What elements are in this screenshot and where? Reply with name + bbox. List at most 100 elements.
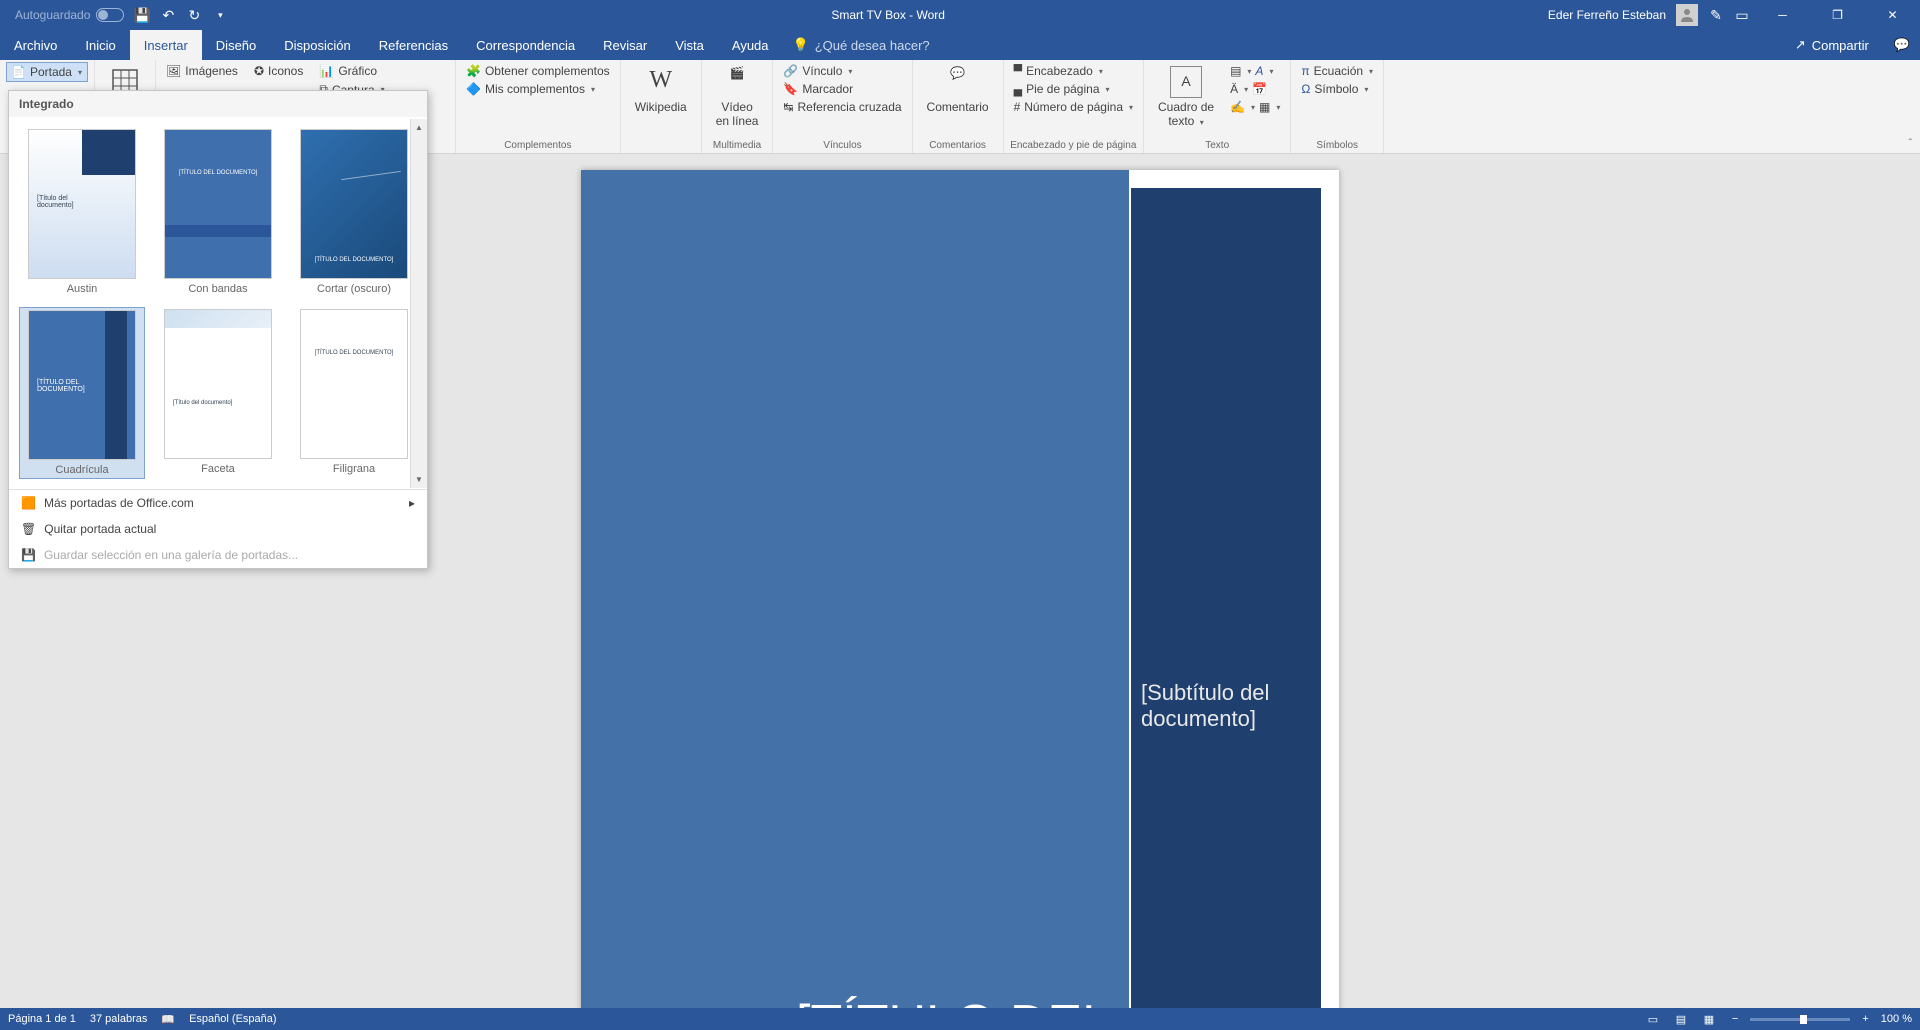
document-title-field[interactable]: [TÍTULO DEL DOCUMENTO] bbox=[601, 995, 1111, 1008]
portada-button[interactable]: 📄 Portada ▾ bbox=[6, 62, 88, 82]
cover-cuadricula[interactable]: [TÍTULO DEL DOCUMENTO] Cuadrícula bbox=[19, 307, 145, 479]
zoom-slider[interactable] bbox=[1750, 1018, 1850, 1021]
read-mode-button[interactable]: ▭ bbox=[1642, 1010, 1664, 1028]
pie-pagina-button[interactable]: ▄Pie de página▾ bbox=[1010, 80, 1137, 98]
iconos-label: Iconos bbox=[268, 64, 303, 78]
cover-faceta[interactable]: [Título del documento] Faceta bbox=[155, 307, 281, 479]
chevron-down-icon: ▾ bbox=[1276, 103, 1280, 112]
proofing-icon[interactable]: 📖 bbox=[161, 1013, 175, 1026]
cover-filigrana[interactable]: [TÍTULO DEL DOCUMENTO] Filigrana bbox=[291, 307, 417, 479]
thumb-text: [Título del documento] bbox=[37, 195, 87, 209]
cover-austin-thumb: [Título del documento] bbox=[28, 129, 136, 279]
thumb-text: [Título del documento] bbox=[173, 400, 232, 406]
dropdown-scrollbar[interactable]: ▲ ▼ bbox=[410, 119, 427, 488]
ecuacion-label: Ecuación bbox=[1314, 64, 1363, 78]
mis-complementos-button[interactable]: 🔷Mis complementos▾ bbox=[462, 80, 614, 98]
chevron-down-icon: ▾ bbox=[1269, 67, 1273, 76]
object-icon: ▦ bbox=[1259, 100, 1270, 114]
share-icon: ↗ bbox=[1795, 37, 1806, 53]
autosave-toggle[interactable]: Autoguardado bbox=[15, 8, 124, 22]
header-icon: ▀ bbox=[1014, 64, 1023, 78]
tab-revisar[interactable]: Revisar bbox=[589, 30, 661, 60]
document-subtitle-field[interactable]: [Subtítulo del documento] bbox=[1141, 680, 1311, 732]
grafico-button[interactable]: 📊Gráfico bbox=[315, 62, 388, 80]
scroll-up-icon[interactable]: ▲ bbox=[411, 119, 427, 136]
remove-cover-item[interactable]: 🗑 Quitar portada actual bbox=[9, 516, 427, 542]
tell-me-label: ¿Qué desea hacer? bbox=[815, 38, 930, 53]
comments-pane-button[interactable]: 💬 bbox=[1884, 30, 1920, 60]
save-icon[interactable]: 💾 bbox=[134, 7, 150, 23]
referencia-cruzada-button[interactable]: ↹Referencia cruzada bbox=[779, 98, 905, 116]
close-button[interactable]: ✕ bbox=[1870, 0, 1915, 30]
more-covers-item[interactable]: 🟧 Más portadas de Office.com ▸ bbox=[9, 490, 427, 516]
dropcap-icon: Ä bbox=[1230, 82, 1238, 96]
wikipedia-label: Wikipedia bbox=[635, 100, 687, 114]
vinculo-button[interactable]: 🔗Vínculo▾ bbox=[779, 62, 905, 80]
wikipedia-button[interactable]: W Wikipedia bbox=[627, 62, 695, 118]
group-complementos-label: Complementos bbox=[462, 138, 614, 153]
tab-correspondencia[interactable]: Correspondencia bbox=[462, 30, 589, 60]
obtener-complementos-button[interactable]: 🧩Obtener complementos bbox=[462, 62, 614, 80]
tab-insertar[interactable]: Insertar bbox=[130, 30, 202, 60]
quickparts-button[interactable]: ▤▾ A▾ bbox=[1226, 62, 1284, 80]
collapse-ribbon-button[interactable]: ˆ bbox=[1909, 138, 1912, 149]
user-name[interactable]: Eder Ferreño Esteban bbox=[1548, 8, 1666, 22]
page[interactable]: [TÍTULO DEL DOCUMENTO] [Subtítulo del do… bbox=[581, 170, 1339, 1008]
simbolo-button[interactable]: ΩSímbolo▾ bbox=[1297, 80, 1377, 98]
zoom-level[interactable]: 100 % bbox=[1881, 1013, 1912, 1025]
display-mode-icon[interactable]: ▭ bbox=[1734, 7, 1750, 23]
cover-cortar-label: Cortar (oscuro) bbox=[317, 283, 391, 295]
status-bar: Página 1 de 1 37 palabras 📖 Español (Esp… bbox=[0, 1008, 1920, 1030]
pie-label: Pie de página bbox=[1026, 82, 1099, 96]
print-layout-button[interactable]: ▤ bbox=[1670, 1010, 1692, 1028]
cover-fili-label: Filigrana bbox=[333, 463, 375, 475]
undo-icon[interactable]: ↶ bbox=[160, 7, 176, 23]
ecuacion-button[interactable]: πEcuación▾ bbox=[1297, 62, 1377, 80]
word-count[interactable]: 37 palabras bbox=[90, 1013, 148, 1025]
remove-icon: 🗑 bbox=[21, 522, 36, 536]
cover-cortar-oscuro[interactable]: [TÍTULO DEL DOCUMENTO] Cortar (oscuro) bbox=[291, 127, 417, 297]
sig-icon: ✍ bbox=[1230, 100, 1245, 114]
tab-ayuda[interactable]: Ayuda bbox=[718, 30, 783, 60]
encabezado-button[interactable]: ▀Encabezado▾ bbox=[1010, 62, 1137, 80]
numero-pagina-button[interactable]: #Número de página▾ bbox=[1010, 98, 1137, 116]
pen-icon[interactable]: ✎ bbox=[1708, 7, 1724, 23]
tab-disposicion[interactable]: Disposición bbox=[270, 30, 364, 60]
thumb-text: [TÍTULO DEL DOCUMENTO] bbox=[165, 170, 271, 176]
web-layout-button[interactable]: ▦ bbox=[1698, 1010, 1720, 1028]
cover-grid: [Título del documento] Austin [TÍTULO DE… bbox=[9, 117, 427, 489]
signature-button[interactable]: ✍▾ ▦▾ bbox=[1226, 98, 1284, 116]
tab-vista[interactable]: Vista bbox=[661, 30, 718, 60]
maximize-button[interactable]: ❐ bbox=[1815, 0, 1860, 30]
zoom-in-button[interactable]: + bbox=[1856, 1013, 1874, 1025]
cover-austin[interactable]: [Título del documento] Austin bbox=[19, 127, 145, 297]
comentario-button[interactable]: 💬 Comentario bbox=[919, 62, 997, 118]
video-button[interactable]: 🎬 Vídeo en línea bbox=[708, 62, 767, 133]
minimize-button[interactable]: ─ bbox=[1760, 0, 1805, 30]
tell-me-search[interactable]: 💡 ¿Qué desea hacer? bbox=[793, 37, 930, 53]
user-avatar-icon[interactable] bbox=[1676, 4, 1698, 26]
group-texto-label: Texto bbox=[1150, 138, 1284, 153]
bookmark-icon: 🔖 bbox=[783, 82, 798, 96]
language-status[interactable]: Español (España) bbox=[189, 1013, 276, 1025]
qat-dropdown-icon[interactable]: ▾ bbox=[212, 7, 228, 23]
tab-diseno[interactable]: Diseño bbox=[202, 30, 270, 60]
tab-archivo[interactable]: Archivo bbox=[0, 30, 71, 60]
iconos-button[interactable]: ✪Iconos bbox=[250, 62, 307, 80]
marcador-button[interactable]: 🔖Marcador bbox=[779, 80, 905, 98]
zoom-out-button[interactable]: − bbox=[1726, 1013, 1744, 1025]
equation-icon: π bbox=[1301, 64, 1309, 78]
dropcap-button[interactable]: Ä▾ 📅 bbox=[1226, 80, 1284, 98]
cuadro-texto-button[interactable]: A Cuadro de texto ▾ bbox=[1150, 62, 1222, 133]
chevron-down-icon: ▾ bbox=[1099, 67, 1103, 76]
imagenes-button[interactable]: 🖼Imágenes bbox=[162, 62, 242, 80]
cover-con-bandas[interactable]: [TÍTULO DEL DOCUMENTO] Con bandas bbox=[155, 127, 281, 297]
video-icon: 🎬 bbox=[721, 66, 753, 98]
page-status[interactable]: Página 1 de 1 bbox=[8, 1013, 76, 1025]
tab-referencias[interactable]: Referencias bbox=[365, 30, 462, 60]
scroll-down-icon[interactable]: ▼ bbox=[411, 471, 427, 488]
share-button[interactable]: ↗ Compartir bbox=[1780, 37, 1884, 53]
tab-inicio[interactable]: Inicio bbox=[71, 30, 129, 60]
redo-icon[interactable]: ↻ bbox=[186, 7, 202, 23]
pagenum-icon: # bbox=[1014, 100, 1021, 114]
